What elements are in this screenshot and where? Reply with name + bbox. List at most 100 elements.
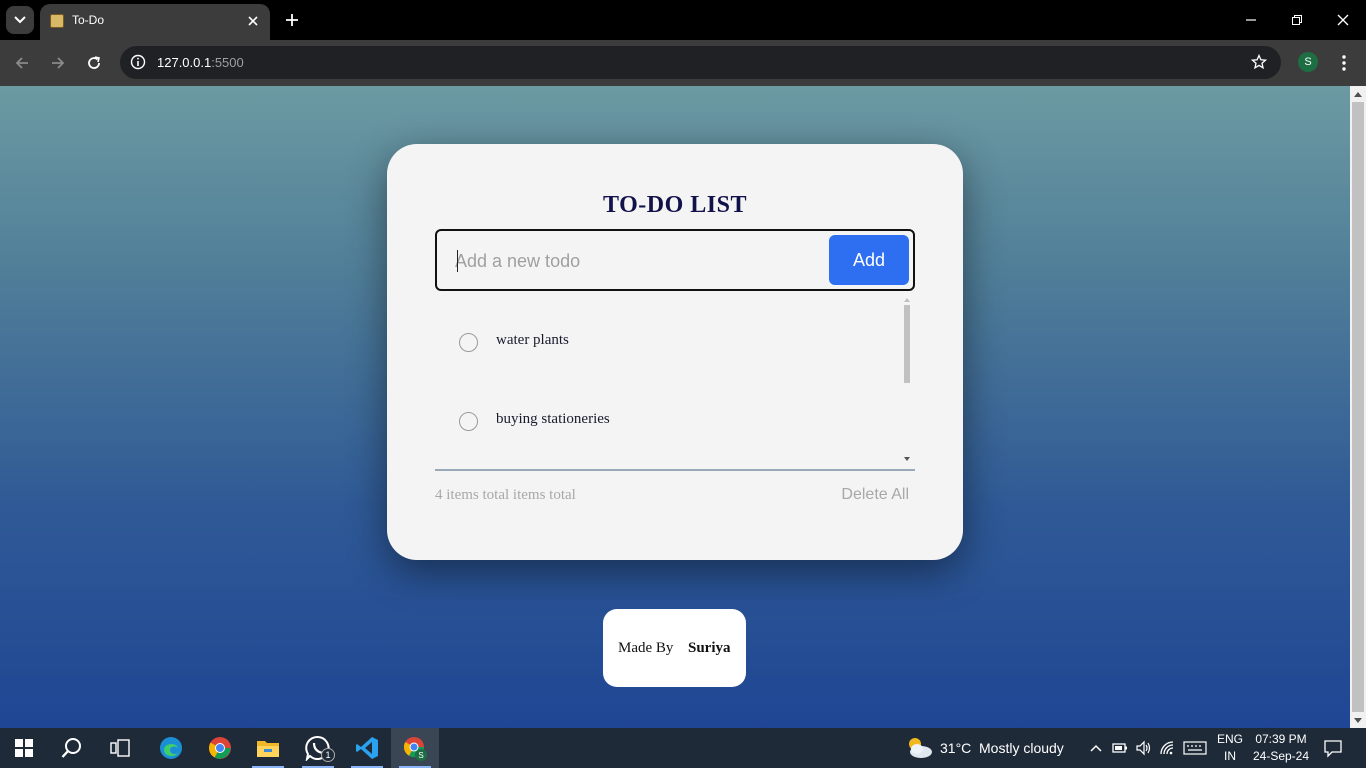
todo-card: TO-DO LIST Add water plants buying stati… — [387, 144, 963, 560]
restore-icon — [1292, 15, 1302, 25]
scroll-up-arrow-icon[interactable] — [904, 298, 910, 302]
address-bar[interactable]: 127.0.0.1:5500 — [120, 46, 1281, 79]
weather-widget[interactable] — [905, 735, 933, 761]
touch-keyboard-button[interactable] — [1183, 739, 1207, 757]
weather-temperature: 31°C — [940, 740, 972, 756]
star-icon — [1251, 54, 1267, 70]
todo-text: buying stationeries — [496, 411, 610, 427]
tab-search-button[interactable] — [6, 6, 34, 34]
clock-time: 07:39 PM — [1255, 732, 1307, 746]
profile-avatar[interactable]: S — [1298, 52, 1318, 72]
close-icon — [248, 16, 258, 26]
todo-input-wrapper: Add — [435, 229, 915, 291]
reload-icon — [88, 56, 100, 69]
todo-list[interactable]: water plants buying stationeries — [435, 297, 915, 463]
taskbar-chrome-profile[interactable]: S — [391, 728, 439, 768]
todo-input[interactable] — [455, 243, 825, 279]
taskbar-file-explorer[interactable] — [244, 728, 292, 768]
back-button[interactable] — [10, 51, 34, 75]
speaker-icon — [1136, 740, 1151, 756]
taskbar: 1 S 31°C Mostly cloudy ENG IN 07:39 PM 2… — [0, 728, 1366, 768]
more-vertical-icon — [1342, 55, 1346, 71]
battery-icon — [1112, 743, 1127, 753]
arrow-left-icon — [15, 57, 28, 69]
close-icon — [1337, 14, 1349, 26]
browser-toolbar: 127.0.0.1:5500 S — [0, 40, 1366, 86]
info-icon — [130, 54, 146, 70]
divider — [435, 469, 915, 471]
list-item: water plants — [435, 323, 895, 363]
minimize-icon — [1246, 19, 1256, 21]
task-view-icon — [110, 739, 130, 757]
file-explorer-icon — [257, 741, 279, 757]
todo-checkbox[interactable] — [459, 412, 478, 431]
search-icon — [61, 738, 81, 758]
reload-button[interactable] — [82, 51, 106, 75]
cloudy-weather-icon — [909, 738, 932, 758]
weather-description: Mostly cloudy — [979, 740, 1064, 756]
taskbar-whatsapp[interactable]: 1 — [294, 728, 342, 768]
url-text: 127.0.0.1:5500 — [157, 55, 244, 70]
language-code: ENG — [1216, 732, 1243, 746]
region-code: IN — [1224, 749, 1236, 763]
edge-icon — [160, 737, 182, 759]
todo-checkbox[interactable] — [459, 333, 478, 352]
keyboard-icon — [1183, 741, 1207, 755]
network-status[interactable] — [1159, 740, 1177, 756]
wifi-icon — [1160, 741, 1174, 755]
svg-text:S: S — [418, 751, 423, 760]
input-language[interactable]: ENG IN — [1214, 732, 1246, 763]
delete-all-button[interactable]: Delete All — [841, 486, 909, 504]
page-viewport: TO-DO LIST Add water plants buying stati… — [0, 86, 1350, 728]
restore-button[interactable] — [1285, 8, 1309, 32]
tab-close-button[interactable] — [244, 12, 262, 30]
forward-button[interactable] — [46, 51, 70, 75]
scroll-down-arrow-icon[interactable] — [904, 457, 910, 461]
scroll-up-arrow-icon[interactable] — [1354, 92, 1362, 97]
chrome-icon — [209, 737, 231, 759]
arrow-right-icon — [52, 57, 65, 69]
scroll-down-arrow-icon[interactable] — [1354, 718, 1362, 723]
author-name: Suriya — [688, 640, 731, 656]
chevron-down-icon — [14, 16, 26, 24]
favicon-icon — [50, 14, 64, 28]
made-by-label: Made By — [618, 640, 674, 656]
items-count: 4 items total items total — [435, 487, 576, 503]
new-tab-button[interactable] — [280, 8, 304, 32]
taskbar-vscode[interactable] — [343, 728, 391, 768]
taskbar-edge[interactable] — [147, 728, 195, 768]
battery-status[interactable] — [1111, 740, 1129, 756]
vscode-icon — [356, 737, 378, 759]
notifications-button[interactable] — [1323, 738, 1343, 758]
notification-icon — [1324, 740, 1342, 758]
taskbar-search-button[interactable] — [48, 728, 96, 768]
browser-menu-button[interactable] — [1334, 51, 1354, 75]
clock-date: 24-Sep-24 — [1252, 749, 1310, 763]
text-caret — [457, 250, 458, 272]
scrollbar-thumb[interactable] — [1352, 102, 1364, 712]
credit-card: Made By Suriya — [603, 609, 746, 687]
list-scrollbar[interactable] — [901, 297, 913, 463]
windows-logo-icon — [15, 739, 33, 757]
chevron-up-icon — [1090, 744, 1102, 752]
window-close-button[interactable] — [1331, 8, 1355, 32]
start-button[interactable] — [0, 728, 48, 768]
site-info-button[interactable] — [128, 52, 148, 72]
volume-control[interactable] — [1135, 740, 1153, 756]
chrome-profile-icon: S — [403, 737, 427, 761]
task-view-button[interactable] — [96, 728, 144, 768]
notification-badge: 1 — [321, 748, 335, 762]
scrollbar-thumb[interactable] — [904, 305, 910, 383]
add-button[interactable]: Add — [829, 235, 909, 285]
page-scrollbar[interactable] — [1350, 86, 1366, 728]
plus-icon — [286, 14, 298, 26]
minimize-button[interactable] — [1239, 8, 1263, 32]
show-hidden-icons-button[interactable] — [1088, 740, 1104, 756]
bookmark-button[interactable] — [1249, 52, 1269, 72]
tab-title: To-Do — [72, 13, 105, 27]
clock[interactable]: 07:39 PM 24-Sep-24 — [1250, 732, 1312, 763]
browser-tab[interactable]: To-Do — [40, 4, 270, 40]
browser-tab-bar: To-Do — [0, 0, 1366, 40]
list-item: buying stationeries — [435, 402, 895, 442]
taskbar-chrome[interactable] — [196, 728, 244, 768]
